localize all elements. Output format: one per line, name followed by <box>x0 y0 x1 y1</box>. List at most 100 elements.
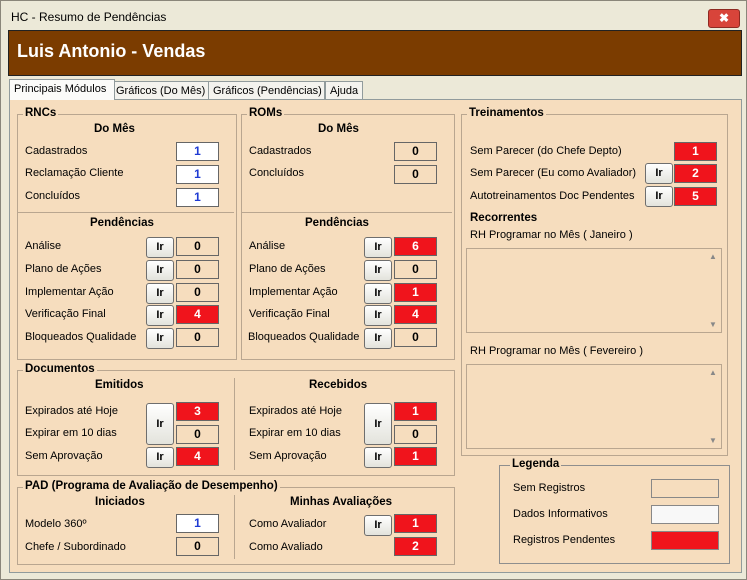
rh-janeiro-scrollbar[interactable]: ▲ ▼ <box>705 249 721 332</box>
rncs-cadastrados-label: Cadastrados <box>25 145 88 157</box>
roms-cadastrados-label: Cadastrados <box>249 145 312 157</box>
recebidos-expirar-value: 0 <box>394 425 437 444</box>
close-button[interactable]: ✖ <box>708 9 740 28</box>
rncs-reclamacao-value: 1 <box>176 165 219 184</box>
scroll-down-icon[interactable]: ▼ <box>709 436 717 445</box>
roms-plano-value: 0 <box>394 260 437 279</box>
roms-divider <box>242 212 452 213</box>
scroll-down-icon[interactable]: ▼ <box>709 320 717 329</box>
recebidos-expirados-value: 1 <box>394 402 437 421</box>
treinamentos-sem-parecer-avaliador-ir-button[interactable]: Ir <box>645 163 673 184</box>
rncs-title: RNCs <box>23 107 59 119</box>
tab-graficos-do-mes[interactable]: Gráficos (Do Mês) <box>111 81 209 100</box>
recebidos-expirados-label: Expirados até Hoje <box>249 405 342 417</box>
emitidos-expirar-label: Expirar em 10 dias <box>25 427 117 439</box>
legenda-dados-informativos-label: Dados Informativos <box>513 508 608 520</box>
roms-implementar-value: 1 <box>394 283 437 302</box>
rncs-verificacao-label: Verificação Final <box>25 308 106 320</box>
rncs-bloqueados-label: Bloqueados Qualidade <box>25 331 137 343</box>
roms-bloqueados-ir-button[interactable]: Ir <box>364 328 392 349</box>
rncs-reclamacao-label: Reclamação Cliente <box>25 167 124 179</box>
emitidos-sem-aprovacao-ir-button[interactable]: Ir <box>146 447 174 468</box>
legenda-title: Legenda <box>510 458 562 470</box>
roms-pendencias-title: Pendências <box>305 217 369 229</box>
roms-verificacao-value: 4 <box>394 305 437 324</box>
rncs-concluidos-label: Concluídos <box>25 190 81 202</box>
roms-do-mes-title: Do Mês <box>318 123 359 135</box>
legenda-sem-registros-label: Sem Registros <box>513 482 586 494</box>
user-header-title: Luis Antonio - Vendas <box>17 41 206 61</box>
roms-title: ROMs <box>247 107 285 119</box>
main-window: HC - Resumo de Pendências ✖ Luis Antonio… <box>0 0 747 580</box>
roms-bloqueados-value: 0 <box>394 328 437 347</box>
recebidos-expirar-ir-button[interactable]: Ir <box>364 403 392 445</box>
rh-fevereiro-list[interactable]: ▲ ▼ <box>466 364 722 449</box>
rncs-concluidos-value: 1 <box>176 188 219 207</box>
roms-implementar-label: Implementar Ação <box>249 286 338 298</box>
rh-janeiro-label: RH Programar no Mês ( Janeiro ) <box>470 229 633 241</box>
rncs-bloqueados-ir-button[interactable]: Ir <box>146 328 174 349</box>
rncs-do-mes-title: Do Mês <box>94 123 135 135</box>
pad-como-avaliador-label: Como Avaliador <box>249 518 327 530</box>
pad-como-avaliado-value: 2 <box>394 537 437 556</box>
window-title: HC - Resumo de Pendências <box>11 10 167 24</box>
pad-chefe-value: 0 <box>176 537 219 556</box>
treinamentos-sem-parecer-avaliador-label: Sem Parecer (Eu como Avaliador) <box>470 167 637 179</box>
recebidos-sem-aprovacao-label: Sem Aprovação <box>249 450 327 462</box>
tab-panel-principais: RNCs Do Mês Cadastrados 1 Reclamação Cli… <box>9 99 742 573</box>
pad-modelo-360-label: Modelo 360º <box>25 518 87 530</box>
emitidos-expirados-value: 3 <box>176 402 219 421</box>
roms-verificacao-ir-button[interactable]: Ir <box>364 305 392 326</box>
rncs-implementar-ir-button[interactable]: Ir <box>146 283 174 304</box>
rh-janeiro-list[interactable]: ▲ ▼ <box>466 248 722 333</box>
scroll-up-icon[interactable]: ▲ <box>709 252 717 261</box>
documentos-emitidos-title: Emitidos <box>95 379 144 391</box>
rncs-bloqueados-value: 0 <box>176 328 219 347</box>
treinamentos-autotreinamentos-ir-button[interactable]: Ir <box>645 186 673 207</box>
treinamentos-autotreinamentos-label: Autotreinamentos Doc Pendentes <box>470 190 635 202</box>
documentos-title: Documentos <box>23 363 97 375</box>
rncs-implementar-label: Implementar Ação <box>25 286 114 298</box>
rncs-pendencias-title: Pendências <box>90 217 154 229</box>
rncs-verificacao-value: 4 <box>176 305 219 324</box>
roms-concluidos-label: Concluídos <box>249 167 305 179</box>
legenda-registros-pendentes-label: Registros Pendentes <box>513 534 616 546</box>
recebidos-expirar-label: Expirar em 10 dias <box>249 427 341 439</box>
roms-analise-ir-button[interactable]: Ir <box>364 237 392 258</box>
legenda-sem-registros-swatch <box>651 479 719 498</box>
rh-fevereiro-label: RH Programar no Mês ( Fevereiro ) <box>470 345 643 357</box>
pad-como-avaliador-ir-button[interactable]: Ir <box>364 515 392 536</box>
rncs-plano-ir-button[interactable]: Ir <box>146 260 174 281</box>
tab-graficos-pendencias[interactable]: Gráficos (Pendências) <box>208 81 325 100</box>
pad-iniciados-title: Iniciados <box>95 496 145 508</box>
pad-title: PAD (Programa de Avaliação de Desempenho… <box>23 480 280 492</box>
tab-principais-modulos[interactable]: Principais Módulos <box>9 79 115 100</box>
rncs-analise-ir-button[interactable]: Ir <box>146 237 174 258</box>
rncs-analise-label: Análise <box>25 240 62 252</box>
documentos-recebidos-title: Recebidos <box>309 379 368 391</box>
pad-divider <box>234 495 235 559</box>
treinamentos-autotreinamentos-value: 5 <box>674 187 717 206</box>
roms-plano-label: Plano de Ações <box>249 263 326 275</box>
documentos-divider <box>234 378 235 470</box>
rncs-divider <box>18 212 234 213</box>
pad-como-avaliador-value: 1 <box>394 514 437 533</box>
user-header: Luis Antonio - Vendas <box>8 30 742 76</box>
rncs-implementar-value: 0 <box>176 283 219 302</box>
scroll-up-icon[interactable]: ▲ <box>709 368 717 377</box>
recebidos-sem-aprovacao-ir-button[interactable]: Ir <box>364 447 392 468</box>
treinamentos-sem-parecer-chefe-label: Sem Parecer (do Chefe Depto) <box>470 145 622 157</box>
treinamentos-title: Treinamentos <box>467 107 546 119</box>
rncs-plano-label: Plano de Ações <box>25 263 102 275</box>
emitidos-sem-aprovacao-label: Sem Aprovação <box>25 450 103 462</box>
pad-modelo-360-value: 1 <box>176 514 219 533</box>
roms-plano-ir-button[interactable]: Ir <box>364 260 392 281</box>
rh-fevereiro-scrollbar[interactable]: ▲ ▼ <box>705 365 721 448</box>
recorrentes-title: Recorrentes <box>470 212 538 224</box>
emitidos-expirar-ir-button[interactable]: Ir <box>146 403 174 445</box>
rncs-verificacao-ir-button[interactable]: Ir <box>146 305 174 326</box>
pad-minhas-title: Minhas Avaliações <box>290 496 393 508</box>
roms-implementar-ir-button[interactable]: Ir <box>364 283 392 304</box>
emitidos-expirados-label: Expirados até Hoje <box>25 405 118 417</box>
tab-ajuda[interactable]: Ajuda <box>325 81 363 100</box>
